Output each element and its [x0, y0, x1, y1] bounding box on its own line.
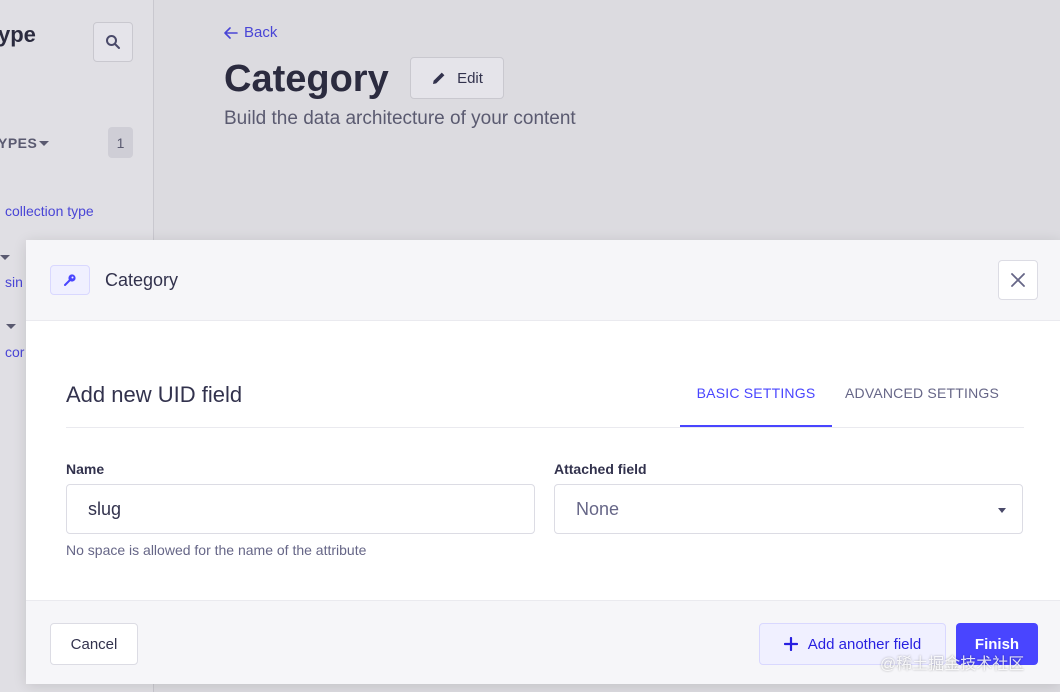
sidebar-search-button[interactable] [93, 22, 133, 62]
tabs-divider [66, 427, 1024, 428]
arrow-left-icon [224, 26, 238, 39]
sidebar-title: ype [0, 22, 36, 47]
name-label: Name [66, 461, 105, 477]
attached-field-value: None [576, 498, 620, 519]
search-icon [106, 35, 120, 49]
key-badge [50, 265, 90, 295]
sidebar-link-component[interactable]: cor [5, 344, 24, 360]
edit-button[interactable]: Edit [410, 57, 504, 99]
attached-field-select[interactable]: None [554, 484, 1023, 534]
name-hint: No space is allowed for the name of the … [66, 542, 367, 558]
back-label: Back [244, 24, 278, 41]
chevron-down-icon[interactable] [6, 324, 16, 329]
chevron-down-icon[interactable] [0, 255, 10, 260]
modal-title: Category [105, 270, 179, 290]
cancel-button[interactable]: Cancel [50, 623, 138, 665]
attached-field-label: Attached field [554, 461, 647, 477]
back-link[interactable]: Back [224, 24, 277, 41]
key-icon [64, 274, 76, 286]
close-button[interactable] [998, 260, 1038, 300]
name-input-value: slug [88, 498, 122, 519]
edit-label: Edit [457, 69, 483, 87]
form-title: Add new UID field [66, 382, 243, 407]
sidebar-count-badge: 1 [108, 127, 133, 158]
page-subtitle: Build the data architecture of your cont… [224, 108, 576, 129]
pencil-icon [433, 72, 445, 84]
modal-header: Category [26, 240, 1060, 321]
plus-icon [783, 637, 798, 651]
sidebar-link-collection-type[interactable]: collection type [5, 203, 94, 219]
add-field-modal: Category Add new UID field BASIC SETTING… [26, 240, 1060, 684]
name-input[interactable]: slug [66, 484, 535, 534]
tab-advanced-settings[interactable]: ADVANCED SETTINGS [842, 385, 1002, 427]
chevron-down-icon [998, 508, 1006, 513]
watermark: @稀土掘金技术社区 [880, 656, 1025, 673]
tab-basic-settings[interactable]: BASIC SETTINGS [680, 385, 832, 427]
sidebar-section-label: YPES [0, 135, 38, 151]
close-icon [1011, 273, 1025, 287]
sidebar-link-single-type[interactable]: sin [5, 274, 23, 290]
chevron-down-icon[interactable] [39, 141, 49, 146]
page-title: Category [224, 58, 389, 100]
